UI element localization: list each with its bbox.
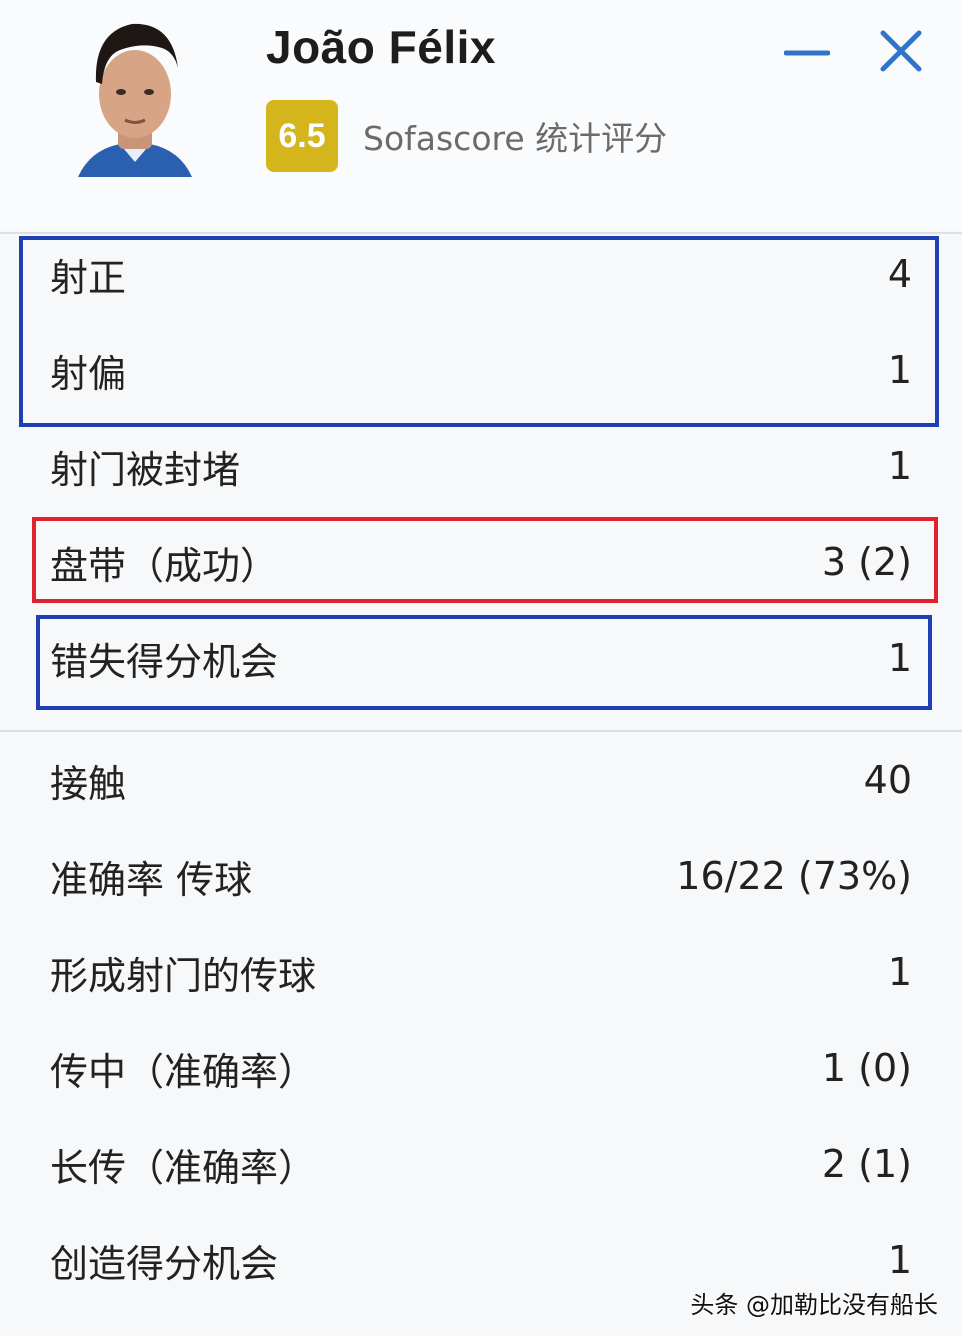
watermark: 头条 @加勒比没有船长 xyxy=(690,1291,938,1319)
stat-row-shots-on-target: 射正 4 xyxy=(50,244,912,304)
player-name: João Félix xyxy=(266,21,496,73)
stat-value: 40 xyxy=(863,758,912,802)
stat-row-touches: 接触 40 xyxy=(50,750,912,810)
stat-label: 形成射门的传球 xyxy=(50,953,317,998)
stat-label: 错失得分机会 xyxy=(50,639,279,684)
stat-value: 1 xyxy=(887,348,912,392)
stat-label: 传中（准确率） xyxy=(50,1049,317,1094)
stat-value: 1 xyxy=(887,950,912,994)
stat-value: 2 (1) xyxy=(821,1142,912,1186)
player-avatar-icon xyxy=(78,23,192,177)
stat-label: 准确率 传球 xyxy=(50,857,253,902)
rating-label: Sofascore 统计评分 xyxy=(363,119,668,158)
player-header: João Félix 6.5 Sofascore 统计评分 xyxy=(0,0,962,230)
close-icon[interactable] xyxy=(878,28,924,74)
stat-label: 射门被封堵 xyxy=(50,447,241,492)
stat-value: 1 xyxy=(887,444,912,488)
stat-row-accurate-passes: 准确率 传球 16/22 (73%) xyxy=(50,846,912,906)
stat-row-dribbles: 盘带（成功） 3 (2) xyxy=(50,532,912,592)
stat-row-big-chances-created: 创造得分机会 1 xyxy=(50,1230,912,1290)
stat-label: 盘带（成功） xyxy=(50,543,279,588)
stat-row-key-passes: 形成射门的传球 1 xyxy=(50,942,912,1002)
minimize-icon[interactable] xyxy=(784,30,830,76)
stat-value: 3 (2) xyxy=(821,540,912,584)
stat-label: 射偏 xyxy=(50,351,127,396)
stat-row-crosses: 传中（准确率） 1 (0) xyxy=(50,1038,912,1098)
section-divider xyxy=(0,730,962,732)
stat-value: 1 (0) xyxy=(821,1046,912,1090)
stat-row-long-balls: 长传（准确率） 2 (1) xyxy=(50,1134,912,1194)
stat-label: 射正 xyxy=(50,255,127,300)
stat-value: 1 xyxy=(887,636,912,680)
stat-label: 创造得分机会 xyxy=(50,1241,279,1286)
stat-label: 接触 xyxy=(50,761,127,806)
stat-value: 1 xyxy=(887,1238,912,1282)
stat-row-shots-off-target: 射偏 1 xyxy=(50,340,912,400)
rating-badge: 6.5 xyxy=(266,100,338,172)
stat-label: 长传（准确率） xyxy=(50,1145,317,1190)
stat-row-big-chances-missed: 错失得分机会 1 xyxy=(50,628,912,688)
stat-value: 4 xyxy=(887,252,912,296)
header-divider xyxy=(0,232,962,234)
stat-value: 16/22 (73%) xyxy=(676,854,912,898)
stat-row-shots-blocked: 射门被封堵 1 xyxy=(50,436,912,496)
